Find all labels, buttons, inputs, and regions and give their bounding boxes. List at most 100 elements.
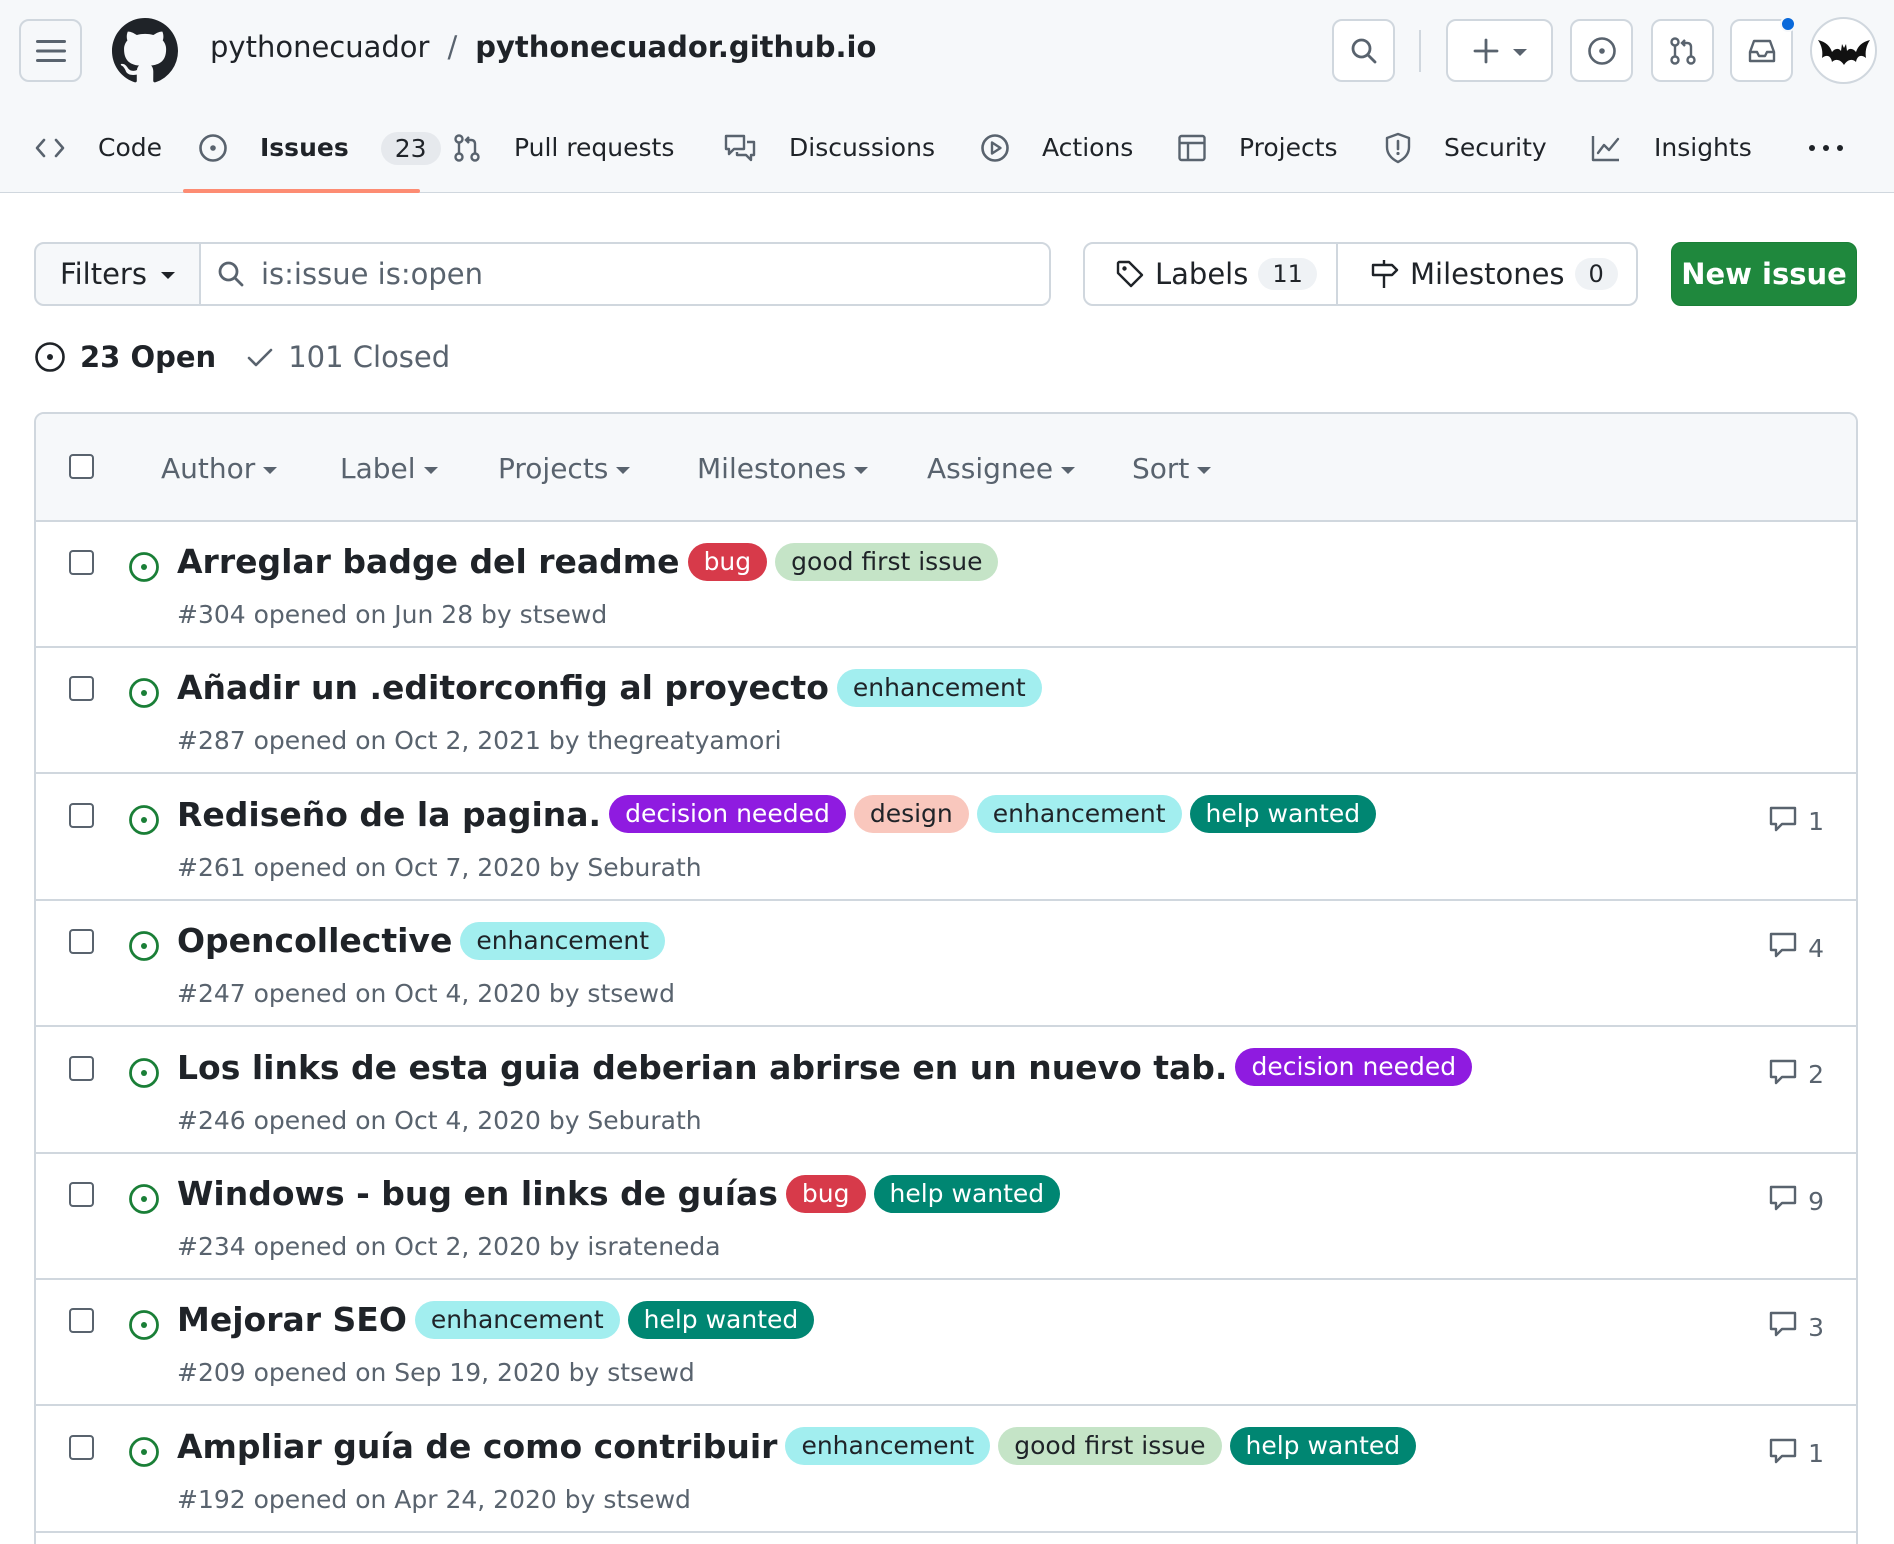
issue-row[interactable]: Opencollective enhancement #247 opened on …	[36, 901, 1856, 1028]
your-issues-button[interactable]	[1570, 19, 1633, 82]
comment-count: 1	[1808, 807, 1824, 837]
issue-label[interactable]: help wanted	[1189, 795, 1377, 834]
your-pull-requests-button[interactable]	[1651, 19, 1714, 82]
author-filter[interactable]: Author	[161, 452, 278, 485]
tab-security[interactable]: Security	[1384, 118, 1563, 178]
select-all-checkbox[interactable]	[69, 454, 94, 479]
issue-label[interactable]: design	[853, 795, 969, 834]
tab-actions[interactable]: Actions	[980, 118, 1149, 178]
open-issues-link[interactable]: 23 Open	[34, 340, 216, 374]
issue-checkbox[interactable]	[69, 929, 94, 955]
menu-button[interactable]	[19, 19, 82, 82]
tab-code[interactable]: Code	[34, 118, 178, 178]
issue-label[interactable]: enhancement	[414, 1300, 620, 1339]
issue-label[interactable]: enhancement	[460, 921, 666, 960]
issue-row[interactable]: Mejorar SEO enhancement help wanted #209 op…	[36, 1280, 1856, 1407]
shield-icon	[1385, 132, 1411, 164]
chevron-down-icon	[616, 466, 631, 474]
repo-name-link[interactable]: pythonecuador.github.io	[475, 30, 876, 64]
projects-filter[interactable]: Projects	[498, 452, 631, 485]
issue-checkbox[interactable]	[69, 1308, 94, 1334]
repo-owner-link[interactable]: pythonecuador	[210, 30, 429, 64]
issue-row[interactable]: Los links de esta guia deberian abrirse …	[36, 1027, 1856, 1154]
new-issue-button[interactable]: New issue	[1671, 242, 1857, 306]
sort-filter-label: Sort	[1132, 452, 1190, 485]
closed-issues-link[interactable]: 101 Closed	[246, 340, 450, 374]
issue-comments-link[interactable]: 2	[1768, 1058, 1824, 1092]
tab-discussions[interactable]: Discussions	[723, 118, 951, 178]
tab-pull-requests[interactable]: Pull requests	[452, 118, 690, 178]
issue-label[interactable]: decision needed	[1235, 1048, 1473, 1087]
issue-title-link[interactable]: Añadir un .editorconfig al proyecto	[177, 668, 829, 707]
repo-tabs: Code Issues 23 Pull requests Discussions…	[0, 118, 1894, 193]
issue-label[interactable]: bug	[785, 1174, 866, 1213]
issue-title-link[interactable]: Opencollective	[177, 921, 452, 960]
comment-count: 9	[1808, 1186, 1824, 1216]
issue-label[interactable]: decision needed	[609, 795, 846, 834]
tab-projects-label: Projects	[1239, 133, 1338, 162]
issue-label[interactable]: help wanted	[1229, 1427, 1417, 1466]
sort-filter[interactable]: Sort	[1132, 452, 1212, 485]
issue-comments-link[interactable]: 3	[1768, 1310, 1824, 1344]
issue-comments-link[interactable]: 1	[1768, 1437, 1824, 1471]
header-divider	[1419, 30, 1421, 72]
user-avatar[interactable]	[1810, 17, 1877, 84]
issue-label[interactable]: help wanted	[873, 1174, 1061, 1213]
issue-title-link[interactable]: Rediseño de la pagina.	[177, 795, 601, 834]
issue-checkbox[interactable]	[69, 676, 94, 702]
issue-comments-link[interactable]: 9	[1768, 1184, 1824, 1218]
issue-search-input[interactable]: is:issue is:open	[201, 244, 1049, 304]
issue-label[interactable]: enhancement	[836, 668, 1042, 707]
comment-icon	[1768, 1437, 1798, 1471]
issue-checkbox[interactable]	[69, 802, 94, 828]
assignee-filter[interactable]: Assignee	[927, 452, 1076, 485]
create-new-button[interactable]	[1446, 19, 1553, 82]
milestones-button[interactable]: Milestones 0	[1338, 244, 1636, 304]
issue-row[interactable]: Ampliar guía de como contribuir enhanceme…	[36, 1406, 1856, 1533]
issue-row[interactable]: Rediseño de la pagina. decision needed des…	[36, 774, 1856, 901]
issue-label[interactable]: bug	[687, 542, 768, 581]
issue-label[interactable]: good first issue	[775, 542, 999, 581]
chevron-down-icon	[854, 466, 869, 474]
issue-comments-link[interactable]: 4	[1768, 931, 1824, 965]
inbox-icon	[1748, 39, 1775, 62]
issue-title-link[interactable]: Ampliar guía de como contribuir	[177, 1427, 777, 1466]
milestones-count-badge: 0	[1574, 258, 1618, 290]
issue-title-link[interactable]: Windows - bug en links de guías	[177, 1174, 778, 1213]
issue-label[interactable]: good first issue	[998, 1427, 1222, 1466]
filters-dropdown-button[interactable]: Filters	[36, 244, 201, 304]
issue-label[interactable]: enhancement	[976, 795, 1182, 834]
issue-checkbox[interactable]	[69, 1055, 94, 1081]
search-button[interactable]	[1332, 19, 1395, 82]
milestones-filter[interactable]: Milestones	[697, 452, 869, 485]
issue-checkbox[interactable]	[69, 1182, 94, 1207]
tab-insights[interactable]: Insights	[1590, 118, 1768, 178]
graph-icon	[1591, 136, 1620, 162]
labels-button[interactable]: Labels 11	[1085, 244, 1338, 304]
comment-count: 4	[1808, 933, 1824, 963]
issue-title-line: Añadir un .editorconfig al proyecto enhan…	[177, 668, 1042, 707]
tab-projects[interactable]: Projects	[1177, 118, 1354, 178]
issue-title-link[interactable]: Mejorar SEO	[177, 1300, 407, 1339]
issue-label[interactable]: enhancement	[785, 1427, 991, 1466]
issue-checkbox[interactable]	[69, 1434, 94, 1460]
issue-checkbox[interactable]	[69, 550, 94, 575]
tab-issues[interactable]: Issues 23	[198, 118, 441, 178]
label-filter[interactable]: Label	[340, 452, 438, 485]
issue-meta: #261 opened on Oct 7, 2020 by Seburath	[177, 852, 702, 882]
issue-comments-link[interactable]: 1	[1768, 805, 1824, 839]
github-logo-icon[interactable]	[112, 18, 178, 84]
issue-title-link[interactable]: Arreglar badge del readme	[177, 542, 680, 581]
issue-title-link[interactable]: Los links de esta guia deberian abrirse …	[177, 1048, 1227, 1087]
repo-breadcrumb: pythonecuador / pythonecuador.github.io	[210, 30, 876, 64]
issue-row[interactable]: Añadir un .editorconfig al proyecto enhan…	[36, 648, 1856, 775]
tab-code-label: Code	[98, 133, 163, 162]
tab-security-label: Security	[1444, 133, 1547, 162]
issue-row[interactable]: Arreglar badge del readme bug good first i…	[36, 522, 1856, 648]
issue-row[interactable]: Windows - bug en links de guías bug help w…	[36, 1154, 1856, 1280]
issue-label[interactable]: help wanted	[627, 1300, 815, 1339]
comment-icon	[1768, 931, 1798, 965]
more-tabs-button[interactable]	[1808, 118, 1844, 178]
issue-title-line: Mejorar SEO enhancement help wanted	[177, 1300, 815, 1339]
issue-filter-bar: Filters is:issue is:open	[34, 242, 1051, 306]
